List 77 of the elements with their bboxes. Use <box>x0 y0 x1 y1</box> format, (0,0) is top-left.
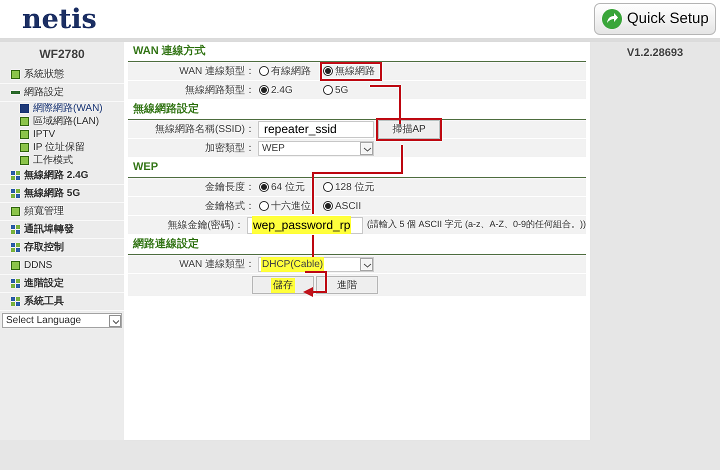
radio-label: 2.4G <box>271 84 293 98</box>
sidebar-subitem[interactable]: 工作模式 <box>0 154 124 167</box>
sidebar-item[interactable]: 通訊埠轉發 <box>0 221 124 239</box>
field-label: WAN 連線類型： <box>178 64 256 78</box>
arrow-circle-icon <box>601 8 623 30</box>
radio-label: ASCII <box>335 200 362 214</box>
grid-icon <box>11 243 20 252</box>
square-icon <box>20 117 29 126</box>
sidebar-item[interactable]: 系統工具 <box>0 293 124 311</box>
radio-button[interactable] <box>259 182 269 192</box>
field-value: wep_password_rp <box>252 216 352 234</box>
radio-button[interactable] <box>259 85 269 95</box>
grid-icon <box>11 225 20 234</box>
sidebar-item[interactable]: 存取控制 <box>0 239 124 257</box>
field-label: 無線網路名稱(SSID)： <box>154 122 256 136</box>
sidebar-item[interactable]: 進階設定 <box>0 275 124 293</box>
square-icon <box>11 207 20 216</box>
field-value: repeater_ssid <box>263 121 338 138</box>
version-text: V1.2.28693 <box>626 46 684 58</box>
text-field[interactable]: repeater_ssid <box>258 120 374 138</box>
grid-icon <box>11 189 20 198</box>
radio-button[interactable] <box>323 182 333 192</box>
field-label: WAN 連線類型： <box>178 258 256 272</box>
radio-label: 64 位元 <box>271 180 305 194</box>
radio-button[interactable] <box>259 201 269 211</box>
square-icon <box>20 143 29 152</box>
grid-icon <box>11 297 20 306</box>
select-field[interactable]: WEP <box>258 140 374 156</box>
sidebar-item[interactable]: 頻寬管理 <box>0 203 124 221</box>
radio-button[interactable] <box>323 85 333 95</box>
radio-label: 有線網路 <box>271 64 311 78</box>
sidebar-subitem[interactable]: IP 位址保留 <box>0 141 124 154</box>
sidebar-subitem[interactable]: 區域網路(LAN) <box>0 115 124 128</box>
sidebar-item[interactable]: 無線網路 2.4G <box>0 167 124 185</box>
sidebar-item[interactable]: DDNS <box>0 257 124 275</box>
radio-button[interactable] <box>323 66 333 76</box>
grid-icon <box>11 171 20 180</box>
hint-text: (請輸入 5 個 ASCII 字元 (a-z、A-Z、0-9的任何組合。)) <box>366 218 586 232</box>
square-icon <box>20 156 29 165</box>
text-field[interactable]: wep_password_rp <box>246 216 363 234</box>
sidebar-subitem[interactable]: 網際網路(WAN) <box>0 102 124 115</box>
radio-label: 5G <box>335 84 348 98</box>
square-icon <box>20 130 29 139</box>
radio-button[interactable] <box>323 201 333 211</box>
scan-button[interactable]: 掃描AP <box>378 120 440 138</box>
minus-icon <box>11 91 20 94</box>
logo: netis <box>22 6 97 32</box>
select-value: DHCP(Cable) <box>261 256 324 272</box>
radio-label: 十六進位 <box>271 200 311 214</box>
field-label: 無線網路類型： <box>184 84 256 98</box>
arrow-drawing <box>303 271 327 297</box>
form-button[interactable]: 儲存 <box>252 276 314 294</box>
sidebar-subitem[interactable]: IPTV <box>0 128 124 141</box>
radio-label: 無線網路 <box>335 64 375 78</box>
field-label: 加密類型： <box>204 142 256 156</box>
sidebar-item[interactable]: 系統狀態 <box>0 66 124 84</box>
connector-line <box>370 85 401 124</box>
square-icon <box>11 261 20 270</box>
language-select[interactable]: Select Language <box>2 313 122 328</box>
connector-line <box>312 235 314 257</box>
caret-icon <box>360 258 373 270</box>
radio-label: 128 位元 <box>335 180 374 194</box>
arrow-square-icon <box>20 104 29 113</box>
grid-icon <box>11 279 20 288</box>
square-icon <box>11 70 20 79</box>
sidebar-item[interactable]: 無線網路 5G <box>0 185 124 203</box>
caret-icon <box>109 314 121 326</box>
radio-button[interactable] <box>259 66 269 76</box>
quick-setup-button[interactable]: Quick Setup <box>594 3 716 35</box>
select-value: WEP <box>261 142 286 156</box>
field-label: 無線金鑰(密碼)： <box>166 218 245 232</box>
caret-icon <box>360 142 373 154</box>
field-label: 金鑰格式： <box>204 200 256 214</box>
form-button[interactable]: 進階 <box>316 276 378 294</box>
select-field[interactable]: DHCP(Cable) <box>258 256 374 272</box>
model-name: WF2780 <box>38 46 86 63</box>
field-label: 金鑰長度： <box>204 180 256 194</box>
